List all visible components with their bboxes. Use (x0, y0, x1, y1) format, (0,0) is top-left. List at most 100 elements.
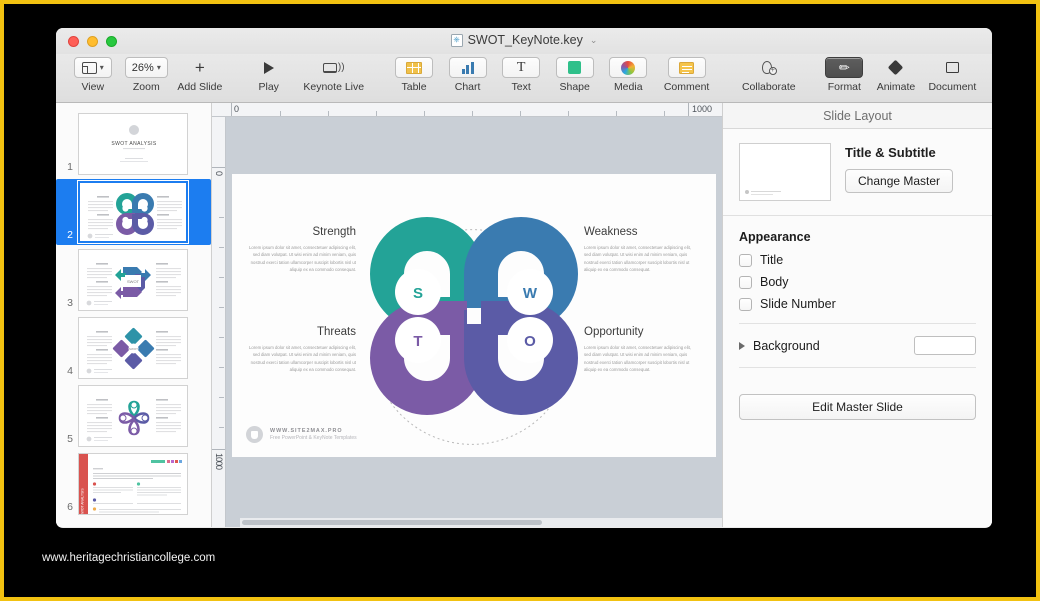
edit-master-slide-button[interactable]: Edit Master Slide (739, 394, 976, 420)
slide-number: 6 (67, 501, 73, 513)
slide-thumbnail-3[interactable]: 3 SWOT (56, 247, 211, 313)
play-triangle-icon (263, 61, 274, 74)
toolbar-chart-label: Chart (454, 81, 481, 93)
toolbar-media-button[interactable]: Media (601, 57, 655, 93)
slide-preview: SWOT ANALYSIS (78, 453, 188, 515)
toolbar-text-label: Text (511, 81, 531, 93)
toolbar-keynote-live-label: Keynote Live (303, 81, 365, 93)
toolbar-keynote-live-button[interactable]: )) Keynote Live (295, 57, 372, 93)
slide-number-checkbox[interactable] (739, 297, 752, 311)
toolbar-animate-label: Animate (876, 81, 916, 93)
ruler-label-h-1000: 1000 (692, 104, 713, 114)
ruler-label-v-0: 0 (214, 171, 224, 176)
chevron-down-icon: ▾ (99, 63, 104, 72)
toolbar-shape-button[interactable]: Shape (548, 57, 602, 93)
toolbar-comment-button[interactable]: Comment (655, 57, 718, 93)
plus-icon: + (194, 57, 205, 77)
slide-thumbnail-4[interactable]: 4 SWOT (56, 315, 211, 381)
toolbar-collaborate-button[interactable]: + Collaborate (733, 57, 804, 93)
chevron-down-icon: ▾ (156, 63, 161, 72)
document-title[interactable]: ⎈ SWOT_KeyNote.key ⌄ (56, 33, 992, 47)
diamond-icon (888, 59, 904, 76)
svg-text:SWOT: SWOT (129, 347, 138, 351)
letter-s: S (413, 285, 423, 302)
letter-o: O (524, 333, 536, 350)
toolbar-table-label: Table (401, 81, 427, 93)
slide-number: 5 (67, 433, 73, 445)
toolbar-view-button[interactable]: ▾ View (66, 57, 120, 93)
toolbar-play-button[interactable]: Play (242, 57, 296, 93)
change-master-button[interactable]: Change Master (845, 169, 954, 193)
footer-site-url: WWW.SITE2MAX.PRO (270, 427, 343, 434)
toolbar-add-slide-button[interactable]: + Add Slide (173, 57, 227, 94)
title-checkbox[interactable] (739, 253, 752, 267)
slide-5-graphic (86, 399, 181, 442)
inspector-title: Slide Layout (723, 103, 992, 129)
color-wheel-icon (621, 60, 636, 75)
slide-number-checkbox-label: Slide Number (760, 297, 836, 311)
appearance-section: Appearance Title Body Slide Number Backg… (723, 216, 992, 394)
divider (739, 323, 976, 324)
slide-thumbnail-6[interactable]: 6 SWOT ANALYSIS (56, 451, 211, 517)
divider (739, 367, 976, 368)
toolbar-format-button[interactable]: ✏ Format (819, 57, 869, 93)
format-inspector: Slide Layout Title & Subtitle Change Mas… (722, 103, 992, 527)
svg-text:SWOT ANALYSIS: SWOT ANALYSIS (81, 488, 85, 515)
slide-preview: SWOT (78, 317, 188, 379)
vertical-ruler[interactable]: 0 1000 (212, 117, 226, 527)
toolbar-play-label: Play (258, 81, 279, 93)
scrollbar-thumb[interactable] (242, 520, 542, 525)
master-slide-thumbnail[interactable] (739, 143, 831, 201)
slide-4-graphic: SWOT (86, 327, 181, 374)
slide-thumbnail-1[interactable]: 1 SWOT ANALYSIS (56, 111, 211, 177)
horizontal-scrollbar[interactable] (240, 518, 722, 527)
slide-thumbnail-2[interactable]: 2 (56, 179, 211, 245)
slide-navigator[interactable]: 1 SWOT ANALYSIS 2 3 SWOT 4 SWOT 5 6 SWOT… (56, 103, 212, 527)
ruler-label-h-0: 0 (234, 104, 240, 114)
keynote-window: ⎈ SWOT_KeyNote.key ⌄ ▾ View 26% ▾ Zoom + … (56, 28, 992, 528)
swot-pinwheel-diagram: S W T O (370, 217, 578, 445)
slide-2-graphic (87, 193, 182, 239)
chevron-down-icon[interactable]: ⌄ (590, 35, 598, 46)
toolbar-format-label: Format (827, 81, 861, 93)
main-toolbar: ▾ View 26% ▾ Zoom + Add Slide Play )) Key… (56, 54, 992, 103)
canvas-area: 0 1000 0 1000 S W T O Strength Lorem ips… (212, 103, 722, 527)
checkbox-row-body[interactable]: Body (739, 275, 976, 289)
bar-chart-icon (461, 61, 474, 74)
master-slide-name: Title & Subtitle (845, 145, 936, 160)
checkbox-row-title[interactable]: Title (739, 253, 976, 267)
slide-canvas[interactable]: S W T O Strength Lorem ipsum dolor sit a… (232, 174, 716, 457)
background-color-swatch[interactable] (914, 336, 976, 355)
window-titlebar: ⎈ SWOT_KeyNote.key ⌄ (56, 28, 992, 54)
canvas-scroll[interactable]: S W T O Strength Lorem ipsum dolor sit a… (226, 117, 722, 527)
site2max-logo-icon (246, 426, 263, 443)
heading-opportunity: Opportunity (584, 326, 644, 338)
view-layout-icon (81, 61, 97, 74)
toolbar-view-label: View (81, 81, 105, 93)
toolbar-chart-button[interactable]: Chart (441, 57, 495, 93)
disclosure-triangle-icon[interactable] (739, 341, 745, 350)
horizontal-ruler[interactable]: 0 1000 (212, 103, 722, 117)
background-row[interactable]: Background (739, 336, 976, 355)
heading-strength: Strength (312, 226, 356, 238)
document-square-icon (945, 62, 959, 73)
slide-1-graphic: SWOT ANALYSIS (111, 125, 157, 162)
toolbar-document-label: Document (928, 81, 977, 93)
slide-preview: SWOT (78, 249, 188, 311)
toolbar-text-button[interactable]: T Text (494, 57, 548, 93)
edit-master-section: Edit Master Slide (723, 394, 992, 436)
footer-tagline: Free PowerPoint & KeyNote Templates (270, 435, 357, 442)
checkbox-row-slide-number[interactable]: Slide Number (739, 297, 976, 311)
body-checkbox[interactable] (739, 275, 752, 289)
slide-thumbnail-5[interactable]: 5 (56, 383, 211, 449)
slide-6-graphic: SWOT ANALYSIS (79, 454, 182, 515)
toolbar-document-button[interactable]: Document (923, 57, 982, 93)
toolbar-comment-label: Comment (663, 81, 710, 93)
toolbar-zoom-button[interactable]: 26% ▾ Zoom (120, 57, 174, 93)
toolbar-table-button[interactable]: Table (387, 57, 441, 93)
slide-3-graphic: SWOT (86, 263, 181, 306)
appearance-label: Appearance (739, 230, 811, 244)
text-t-icon: T (516, 60, 526, 75)
toolbar-animate-button[interactable]: Animate (869, 57, 923, 93)
slide-footer: WWW.SITE2MAX.PRO Free PowerPoint & KeyNo… (246, 426, 357, 443)
